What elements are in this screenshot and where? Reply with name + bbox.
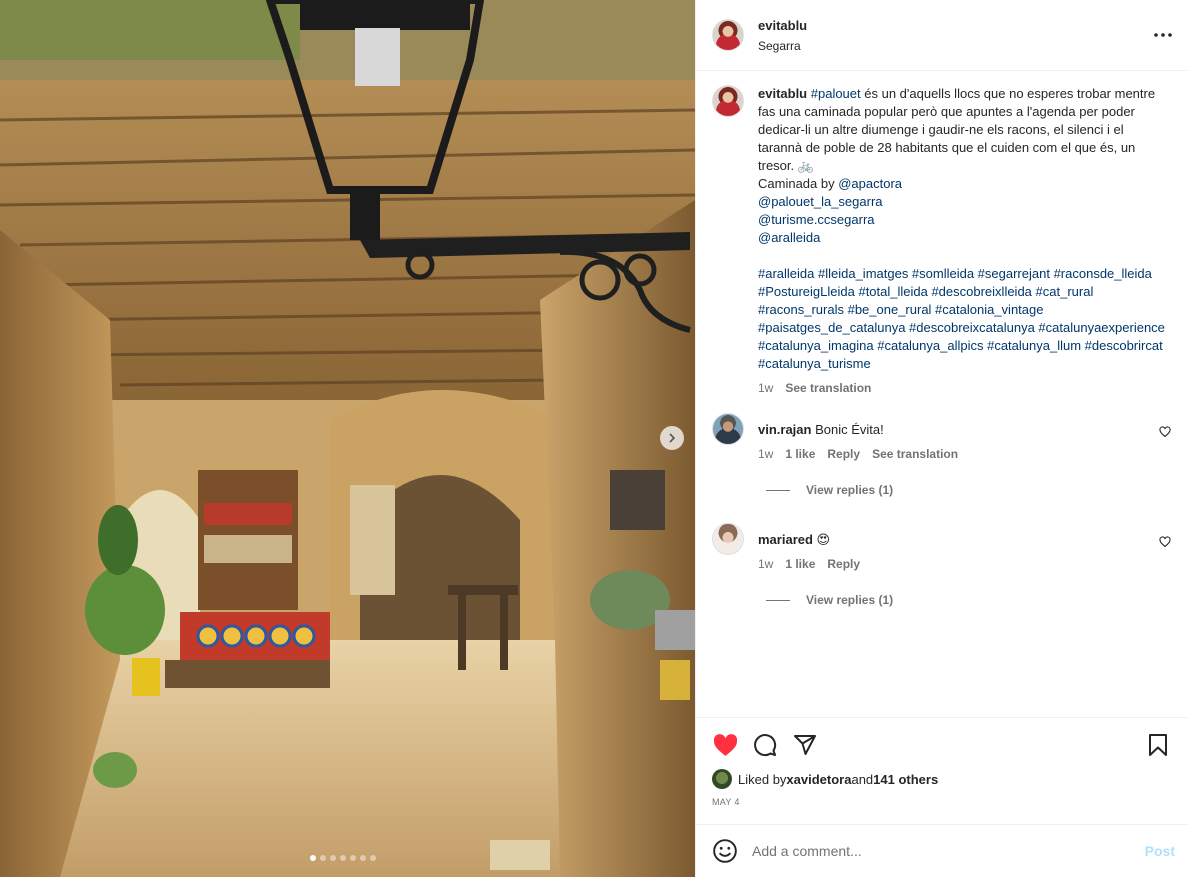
likes-prefix: Liked by <box>738 771 787 787</box>
commenter-username[interactable]: mariared <box>758 532 813 547</box>
carousel-dots <box>310 855 376 861</box>
carousel-dot <box>340 855 346 861</box>
comment-icon <box>754 734 777 757</box>
likes-and: and <box>851 771 874 787</box>
carousel-dot <box>350 855 356 861</box>
like-button[interactable] <box>712 732 738 758</box>
comment-body: Bonic Évita! <box>815 422 884 437</box>
post-actions: Liked by xavidetora and 141 others MAY 4 <box>696 717 1187 824</box>
comment-meta: 1w 1 like Reply See translation <box>758 447 1171 461</box>
heart-filled-icon <box>713 733 737 756</box>
caption-hashtag[interactable]: #palouet <box>811 86 861 101</box>
comment-likes[interactable]: 1 like <box>785 447 815 461</box>
view-replies-button[interactable]: View replies (1) <box>766 593 1171 607</box>
caption-username[interactable]: evitablu <box>758 86 807 101</box>
carousel-dot <box>360 855 366 861</box>
heart-outline-icon[interactable] <box>1159 536 1171 548</box>
author-username[interactable]: evitablu <box>758 18 1151 33</box>
commenter-avatar[interactable] <box>712 413 744 445</box>
post-date[interactable]: MAY 4 <box>712 797 1171 807</box>
comment-button[interactable] <box>752 732 778 758</box>
caption-author-avatar[interactable] <box>712 85 744 117</box>
post-header: evitablu Segarra <box>696 0 1187 71</box>
caption-mention[interactable]: @apactora <box>838 176 902 191</box>
author-avatar[interactable] <box>712 19 744 51</box>
comments-scroll-area[interactable]: evitablu #palouet és un d'aquells llocs … <box>696 71 1187 717</box>
save-button[interactable] <box>1145 732 1171 758</box>
comment-likes[interactable]: 1 like <box>785 557 815 571</box>
post-photo[interactable] <box>0 0 695 877</box>
share-icon <box>794 735 816 755</box>
caption-text: evitablu #palouet és un d'aquells llocs … <box>758 85 1171 373</box>
view-replies-button[interactable]: View replies (1) <box>766 483 1171 497</box>
commenter-username[interactable]: vin.rajan <box>758 422 811 437</box>
carousel-dot <box>330 855 336 861</box>
caption-mention[interactable]: @palouet_la_segarra <box>758 194 883 209</box>
comment-text: vin.rajan Bonic Évita! <box>758 413 1171 439</box>
caption-mention[interactable]: @turisme.ccsegarra <box>758 212 875 227</box>
likes-summary: Liked by xavidetora and 141 others <box>712 769 1171 789</box>
comment-text: mariared 😍 <box>758 523 1171 549</box>
photo-scene <box>0 0 695 877</box>
carousel-dot <box>310 855 316 861</box>
comment-meta: 1w 1 like Reply <box>758 557 1171 571</box>
reply-button[interactable]: Reply <box>827 557 860 571</box>
chevron-right-icon <box>669 433 676 443</box>
comment-body: 😍 <box>816 532 831 547</box>
caption-hashtags[interactable]: #aralleida #lleida_imatges #somlleida #s… <box>758 266 1169 371</box>
liker-username[interactable]: xavidetora <box>786 772 851 787</box>
share-button[interactable] <box>792 732 818 758</box>
caption-caminada: Caminada by <box>758 176 839 191</box>
comment-item: vin.rajan Bonic Évita! 1w 1 like Reply S… <box>712 413 1171 461</box>
more-options-button[interactable] <box>1151 23 1175 47</box>
caption-mention[interactable]: @aralleida <box>758 230 820 245</box>
comment-time[interactable]: 1w <box>758 557 773 571</box>
view-replies-label: View replies (1) <box>806 593 894 607</box>
see-translation-link[interactable]: See translation <box>785 381 871 395</box>
commenter-avatar[interactable] <box>712 523 744 555</box>
caption-meta: 1w See translation <box>758 381 1171 395</box>
caption-row: evitablu #palouet és un d'aquells llocs … <box>712 85 1171 395</box>
bookmark-icon <box>1149 734 1167 756</box>
post-side-panel: evitablu Segarra evitablu #palouet és un… <box>695 0 1187 877</box>
caption-time[interactable]: 1w <box>758 381 773 395</box>
comment-input[interactable] <box>752 843 1145 859</box>
likes-others-link[interactable]: 141 others <box>873 772 938 787</box>
post-location[interactable]: Segarra <box>758 39 1151 53</box>
reply-button[interactable]: Reply <box>827 447 860 461</box>
post-comment-button[interactable]: Post <box>1145 843 1175 859</box>
liker-avatar[interactable] <box>712 769 732 789</box>
carousel-next-button[interactable] <box>660 426 684 450</box>
comment-item: mariared 😍 1w 1 like Reply <box>712 523 1171 571</box>
carousel-dot <box>320 855 326 861</box>
comment-time[interactable]: 1w <box>758 447 773 461</box>
view-replies-label: View replies (1) <box>806 483 894 497</box>
carousel-dot <box>370 855 376 861</box>
see-translation-link[interactable]: See translation <box>872 447 958 461</box>
more-icon <box>1154 33 1172 37</box>
emoji-icon[interactable] <box>712 838 738 864</box>
heart-outline-icon[interactable] <box>1159 426 1171 438</box>
comment-composer: Post <box>696 824 1187 877</box>
